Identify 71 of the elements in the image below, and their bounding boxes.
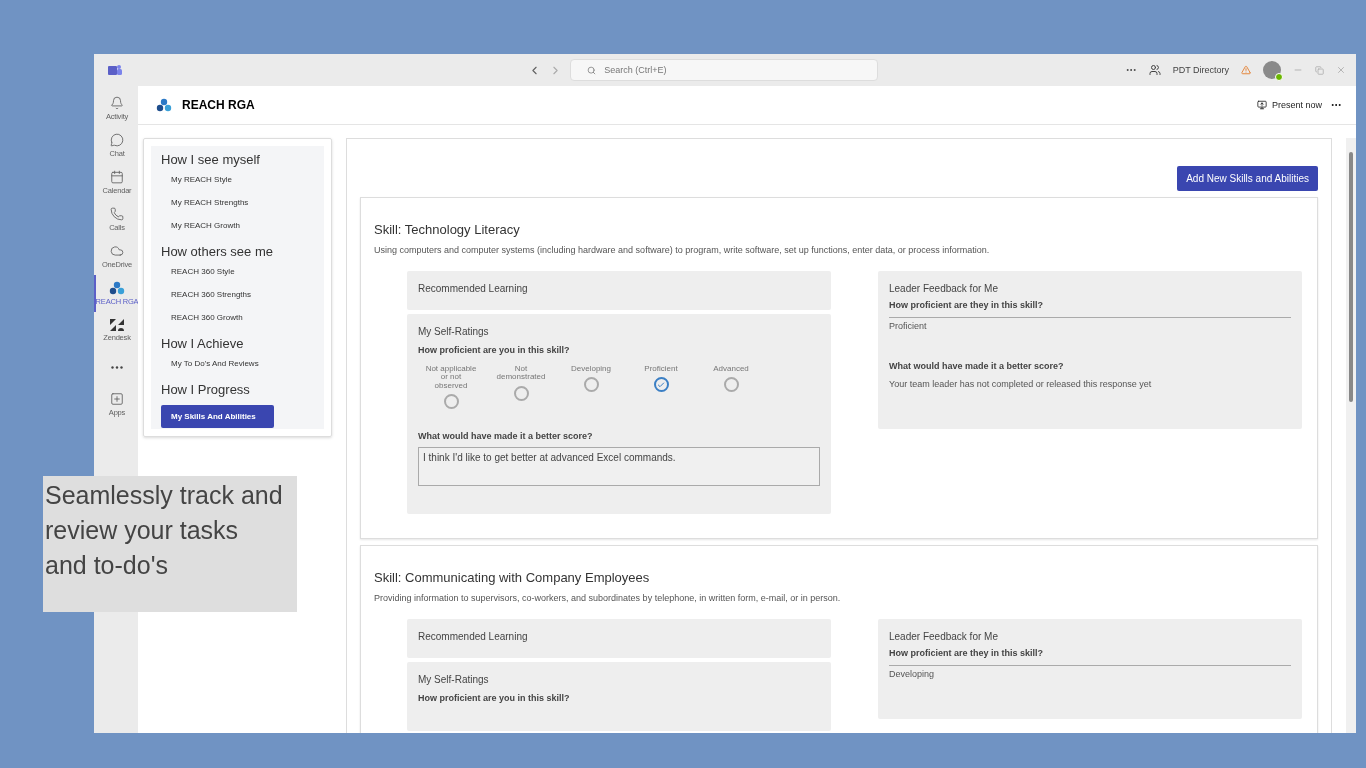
skill-description: Providing information to supervisors, co-workers, and subordinates by telephone, in written form, e-mail, or in person. — [374, 593, 842, 604]
app-title: REACH RGA — [182, 98, 256, 112]
radio-button[interactable] — [443, 394, 459, 410]
z-logo-icon — [110, 319, 124, 331]
question: How proficient are you in this skill? — [418, 693, 571, 704]
warning-icon — [1241, 65, 1251, 75]
circles-logo-icon — [156, 98, 172, 112]
search-icon — [587, 65, 597, 75]
question: How proficient are you in this skill? — [418, 345, 571, 355]
rating-value: Developing — [889, 665, 1291, 680]
teams-logo-icon — [108, 64, 122, 76]
nav-item[interactable]: REACH 360 Style — [161, 267, 314, 276]
radio-button[interactable] — [653, 377, 669, 393]
search-field[interactable]: Search (Ctrl+E) — [570, 59, 879, 81]
nav-item[interactable]: My To Do's And Reviews — [161, 359, 314, 368]
panel-title: Recommended Learning — [418, 283, 529, 294]
presence-dot — [1275, 73, 1283, 81]
scroll-thumb[interactable] — [1349, 152, 1353, 402]
radio-button[interactable] — [583, 377, 599, 393]
calendar-icon — [110, 170, 124, 184]
option-label: Advanced — [712, 365, 750, 374]
option-label: Not demonstrated — [495, 365, 547, 382]
option-label: Developing — [570, 365, 612, 374]
chat-icon — [110, 133, 124, 147]
more-icon — [111, 366, 123, 369]
panel-title: My Self-Ratings — [418, 326, 490, 337]
nav-heading: How others see me — [161, 244, 274, 259]
nav-heading: How I see myself — [161, 152, 261, 167]
present-button[interactable]: Present now — [1256, 100, 1322, 110]
question: What would have made it a better score? — [418, 431, 594, 442]
add-apps-icon — [110, 392, 124, 406]
question: What would have made it a better score? — [889, 361, 1065, 371]
restore-icon[interactable] — [1315, 65, 1324, 75]
skill-title: Skill: Communicating with Company Employees — [374, 570, 651, 586]
share-screen-icon — [1256, 100, 1267, 110]
nav-heading: How I Achieve — [161, 336, 245, 351]
org-name[interactable]: PDT Directory — [1172, 65, 1229, 75]
panel-title: Leader Feedback for Me — [889, 283, 999, 294]
scrollbar[interactable] — [1346, 138, 1356, 733]
feedback-text: Your team leader has not completed or released this response yet — [889, 379, 1153, 389]
cloud-icon — [110, 244, 124, 258]
nav-heading: How I Progress — [161, 382, 251, 397]
question: How proficient are they in this skill? — [889, 300, 1045, 310]
close-icon[interactable] — [1336, 65, 1346, 75]
skill-title: Skill: Technology Literacy — [374, 222, 521, 237]
phone-icon — [110, 207, 124, 221]
nav-item[interactable]: My REACH Style — [161, 175, 314, 184]
panel-title: My Self-Ratings — [418, 674, 490, 686]
nav-item[interactable]: My REACH Strengths — [161, 198, 314, 207]
nav-item[interactable]: REACH 360 Growth — [161, 313, 314, 322]
option-label: Not applicable or not observed — [424, 365, 478, 391]
people-icon[interactable] — [1148, 64, 1161, 76]
skill-description: Using computers and computer systems (including hardware and software) to program, write software, set up functions, enter data, or process information. — [374, 245, 991, 255]
radio-button[interactable] — [723, 377, 739, 393]
nav-item[interactable]: My Skills And Abilities — [161, 405, 274, 428]
search-placeholder: Search (Ctrl+E) — [604, 65, 667, 75]
option-label: Proficient — [643, 365, 679, 374]
bell-icon — [110, 96, 124, 110]
caption-text: Seamlessly track and review your tasks and to-do's — [43, 476, 297, 612]
radio-button[interactable] — [513, 385, 529, 401]
rating-value: Proficient — [889, 317, 1291, 331]
question: How proficient are they in this skill? — [889, 648, 1045, 659]
panel-title: Recommended Learning — [418, 631, 529, 643]
nav-item[interactable]: REACH 360 Strengths — [161, 290, 314, 299]
answer-field[interactable]: I think I'd like to get better at advanced Excel commands. — [418, 447, 820, 487]
check-icon — [657, 380, 665, 389]
nav-item[interactable]: My REACH Growth — [161, 221, 314, 230]
avatar[interactable] — [1263, 61, 1281, 79]
panel-title: Leader Feedback for Me — [889, 631, 999, 643]
add-skills-button[interactable]: Add New Skills and Abilities — [1177, 166, 1318, 191]
circles-logo-icon — [109, 281, 125, 295]
